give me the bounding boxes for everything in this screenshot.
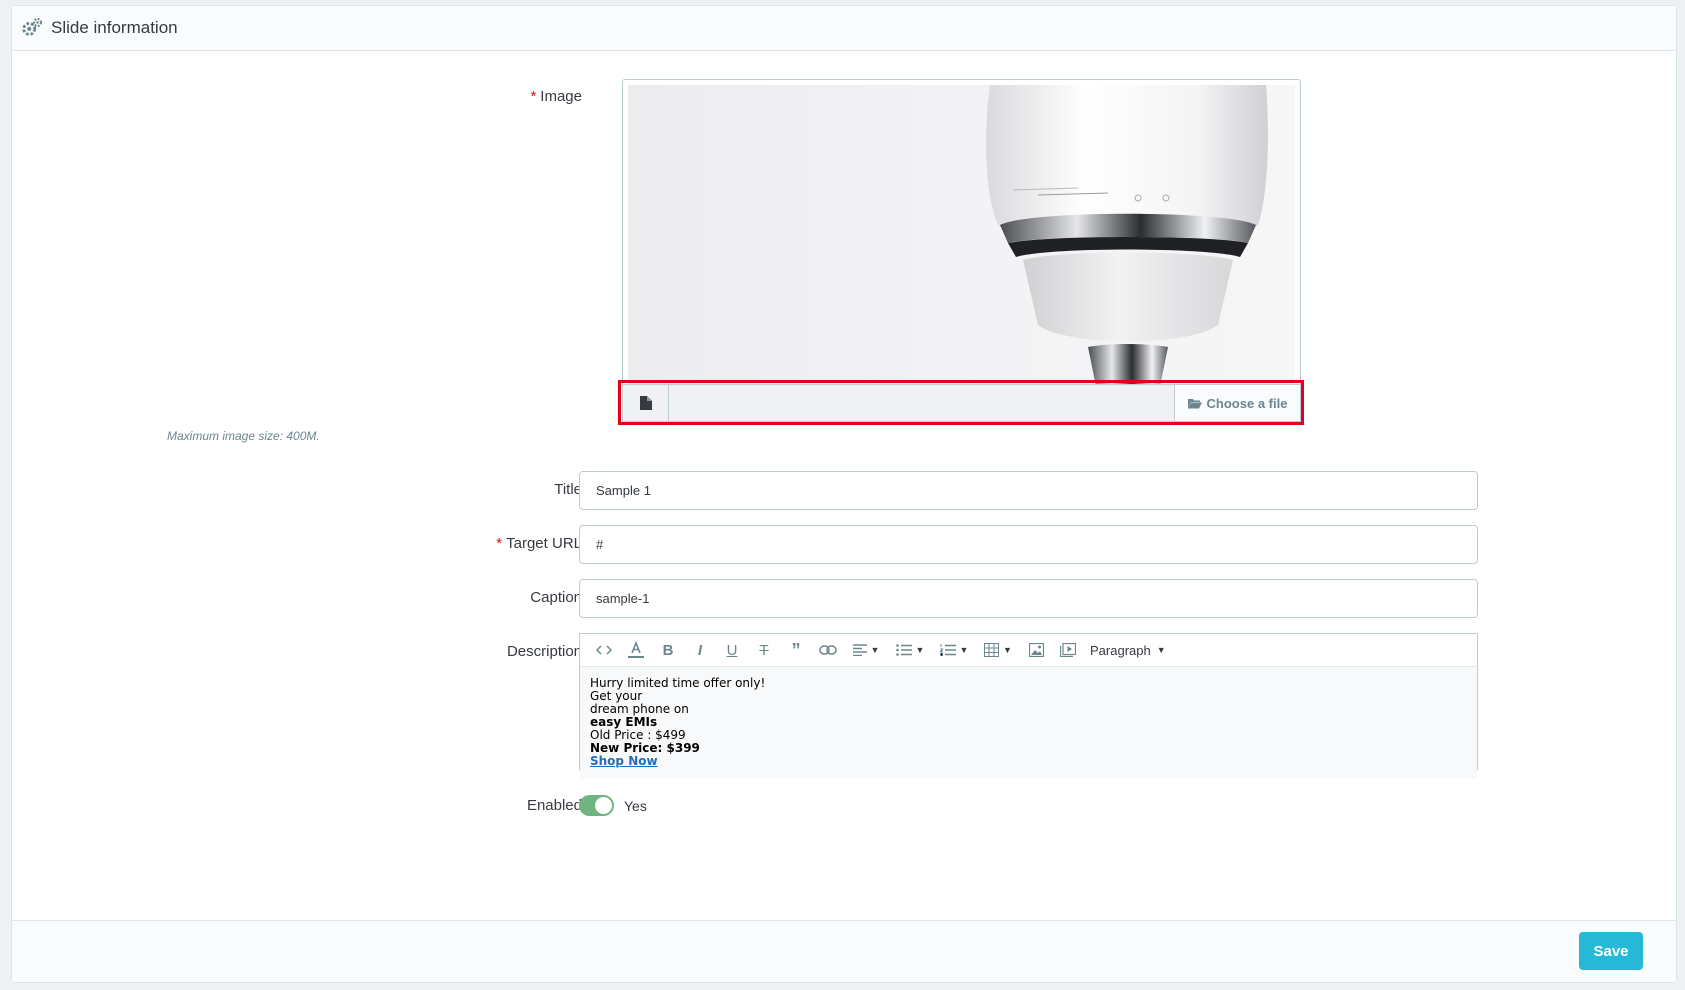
file-name-display xyxy=(669,385,1174,421)
description-editor: B I U T ” ▼ ▼ ▼ ▼ Paragraph ▼ Hurry limit… xyxy=(579,633,1478,778)
enabled-label: Enabled xyxy=(526,797,582,814)
folder-open-icon xyxy=(1187,398,1202,408)
strikethrough-icon[interactable]: T xyxy=(748,636,780,664)
image-size-help: Maximum image size: 400M. xyxy=(167,429,320,443)
caption-input[interactable] xyxy=(579,579,1478,618)
bullet-list-icon[interactable]: ▼ xyxy=(888,636,932,664)
choose-file-label: Choose a file xyxy=(1206,395,1288,411)
target-url-label-text: Target URL xyxy=(506,535,582,552)
image-label-text: Image xyxy=(540,88,582,105)
paragraph-format-select[interactable]: Paragraph ▼ xyxy=(1084,643,1172,658)
speaker-image xyxy=(986,85,1268,406)
blockquote-icon[interactable]: ” xyxy=(780,636,812,664)
table-icon[interactable]: ▼ xyxy=(976,636,1020,664)
chevron-down-icon: ▼ xyxy=(1156,645,1166,655)
description-line: Hurry limited time offer only! xyxy=(590,676,766,690)
font-color-icon[interactable] xyxy=(620,636,652,664)
description-line-bold: New Price: $399 xyxy=(590,742,1467,755)
enabled-switch-group: Yes xyxy=(579,795,647,816)
save-button[interactable]: Save xyxy=(1579,932,1643,970)
panel-title: Slide information xyxy=(51,18,178,37)
product-image xyxy=(628,85,1295,406)
italic-icon[interactable]: I xyxy=(684,636,716,664)
underline-icon[interactable]: U xyxy=(716,636,748,664)
description-line-bold: easy EMIs xyxy=(590,716,1467,729)
file-upload-row: Choose a file xyxy=(622,384,1301,422)
description-line: Old Price : $499 xyxy=(590,728,686,742)
target-url-input[interactable] xyxy=(579,525,1478,564)
caption-label: Caption xyxy=(530,589,582,606)
image-label: * Image xyxy=(530,88,582,105)
image-icon[interactable] xyxy=(1020,636,1052,664)
slide-information-panel: Slide information * Image Choose a file … xyxy=(11,5,1677,983)
target-url-label: * Target URL xyxy=(496,535,582,552)
align-icon[interactable]: ▼ xyxy=(844,636,888,664)
description-line: Shop Now xyxy=(590,755,1467,768)
code-icon[interactable] xyxy=(588,636,620,664)
editor-toolbar: B I U T ” ▼ ▼ ▼ ▼ Paragraph ▼ xyxy=(580,634,1477,667)
link-icon[interactable] xyxy=(812,636,844,664)
image-preview xyxy=(622,79,1301,412)
enabled-state-label: Yes xyxy=(624,797,647,814)
title-label: Title xyxy=(554,481,582,498)
enabled-toggle[interactable] xyxy=(579,795,614,816)
title-input[interactable] xyxy=(579,471,1478,510)
required-mark: * xyxy=(496,535,503,552)
description-line: Get your xyxy=(590,689,643,703)
numbered-list-icon[interactable]: ▼ xyxy=(932,636,976,664)
gears-icon xyxy=(22,17,43,36)
required-mark: * xyxy=(530,88,537,105)
bold-icon[interactable]: B xyxy=(652,636,684,664)
description-line: dream phone on xyxy=(590,702,689,716)
shop-now-link[interactable]: Shop Now xyxy=(590,754,658,768)
paragraph-format-label: Paragraph xyxy=(1090,642,1151,658)
description-bold-text: easy EMIs xyxy=(590,715,658,729)
editor-content[interactable]: Hurry limited time offer only! Get your … xyxy=(580,667,1477,778)
panel-header: Slide information xyxy=(12,6,1676,51)
panel-footer: Save xyxy=(12,920,1676,982)
media-icon[interactable] xyxy=(1052,636,1084,664)
choose-file-button[interactable]: Choose a file xyxy=(1174,385,1300,421)
description-bold-text: New Price: $399 xyxy=(590,741,700,755)
file-icon xyxy=(623,385,669,421)
description-label: Description xyxy=(506,643,582,660)
